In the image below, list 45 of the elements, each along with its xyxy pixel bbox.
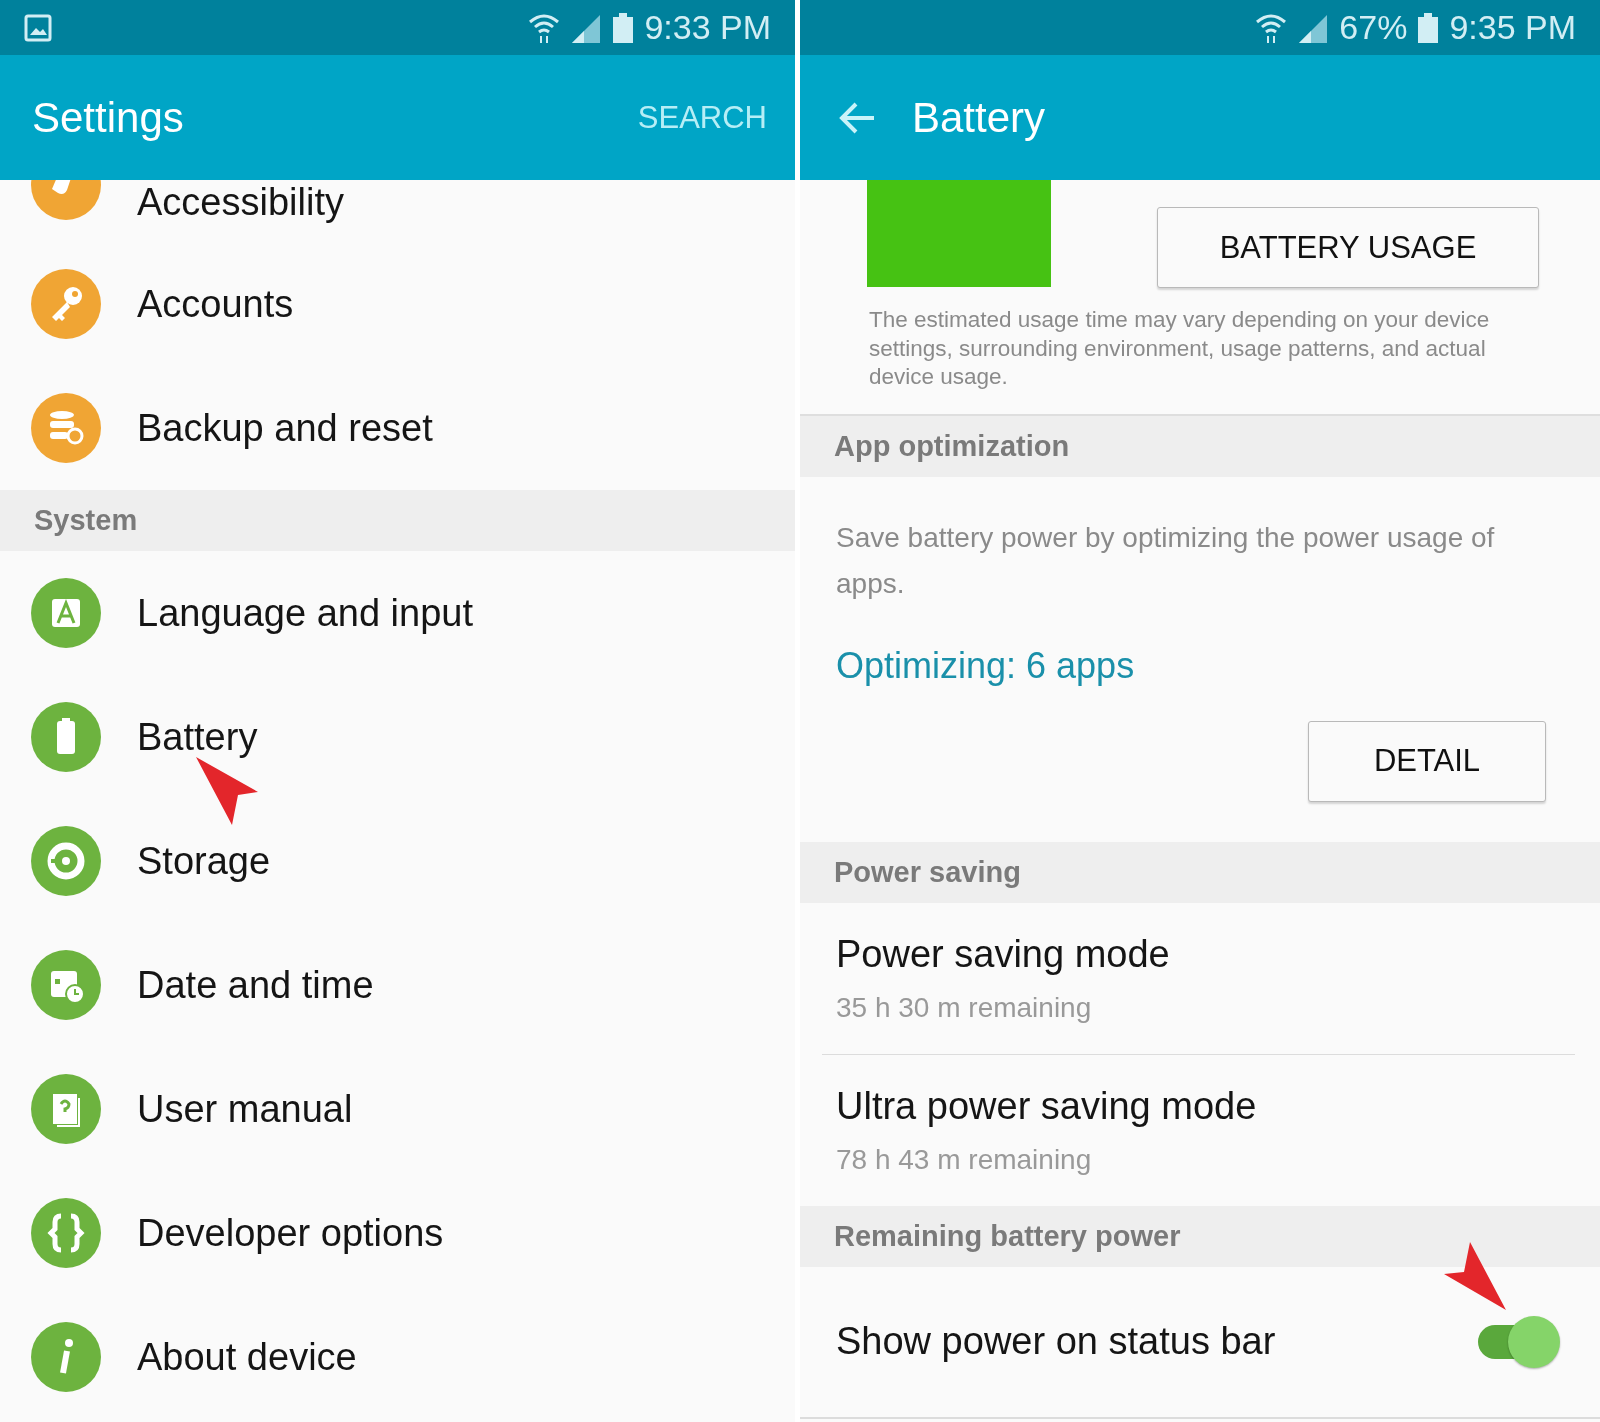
settings-item[interactable]: Language and input: [137, 591, 473, 635]
mode-remaining: 35 h 30 m remaining: [836, 991, 1092, 1024]
settings-item-icon[interactable]: [31, 950, 101, 1020]
mode-title[interactable]: Power saving mode: [836, 932, 1170, 976]
settings-item[interactable]: Accounts: [137, 282, 294, 326]
toggle-switch[interactable]: [1478, 1315, 1560, 1368]
wifi-icon: [528, 11, 561, 44]
section-title: System: [34, 504, 138, 537]
section-title: App optimization: [834, 429, 1070, 463]
settings-item[interactable]: Developer options: [137, 1211, 444, 1255]
settings-item[interactable]: Date and time: [137, 963, 374, 1007]
section-title: Power saving: [834, 855, 1021, 889]
mode-title[interactable]: Ultra power saving mode: [836, 1084, 1257, 1128]
settings-item[interactable]: Battery: [137, 715, 258, 759]
mode-remaining: 78 h 43 m remaining: [836, 1143, 1092, 1176]
settings-item[interactable]: Accessibility: [137, 180, 344, 224]
status-time: 9:33 PM: [644, 8, 771, 47]
back-arrow-icon[interactable]: [838, 100, 876, 135]
settings-item[interactable]: About device: [137, 1335, 357, 1379]
gallery-icon: [24, 13, 52, 42]
optimization-description: Save battery power by optimizing the power usage of apps.: [836, 520, 1496, 601]
settings-item-icon[interactable]: [31, 826, 101, 896]
wifi-icon: [1255, 11, 1288, 44]
settings-item-icon[interactable]: [31, 578, 101, 648]
battery-percent: 67%: [1339, 8, 1408, 47]
status-time: 9:35 PM: [1449, 8, 1576, 47]
screen-title: Settings: [32, 93, 184, 142]
settings-item-icon[interactable]: [31, 702, 101, 772]
battery-icon: [1417, 12, 1440, 43]
optimizing-link[interactable]: Optimizing: 6 apps: [836, 644, 1135, 687]
settings-item-icon[interactable]: [31, 393, 101, 463]
settings-item-icon[interactable]: [31, 1198, 101, 1268]
settings-item-icon[interactable]: [31, 269, 101, 339]
usage-note: The estimated usage time may vary depending on your device settings, surrounding environment, usage patterns, and actual device usage.: [869, 306, 1491, 391]
battery-usage-button[interactable]: BATTERY USAGE: [1157, 207, 1539, 288]
battery-icon: [612, 12, 635, 43]
settings-item-icon[interactable]: [31, 1322, 101, 1392]
settings-item[interactable]: Storage: [137, 839, 271, 883]
settings-item-icon[interactable]: [31, 1074, 101, 1144]
section-title: Remaining battery power: [834, 1219, 1181, 1253]
detail-button[interactable]: DETAIL: [1308, 720, 1546, 802]
settings-item[interactable]: Backup and reset: [137, 406, 433, 450]
settings-item[interactable]: User manual: [137, 1087, 353, 1131]
toggle-label: Show power on status bar: [836, 1320, 1277, 1363]
screen-title: Battery: [912, 93, 1046, 142]
